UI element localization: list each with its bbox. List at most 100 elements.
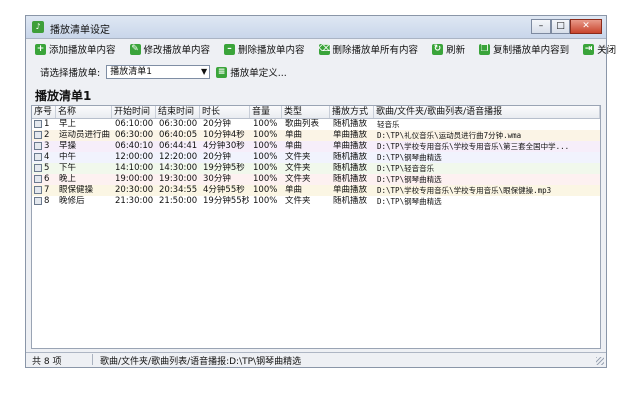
table-cell: D:\TP\钢琴曲精选 — [377, 153, 442, 162]
table-cell: 100% — [253, 196, 278, 206]
resize-grip[interactable] — [596, 357, 604, 365]
column-header[interactable]: 名称 — [56, 106, 112, 118]
table-row[interactable]: 7 眼保健操 20:30:00 20:34:55 4分钟55秒 100% 单曲 单曲播放 D:\… — [32, 185, 600, 196]
table-row[interactable]: 3 早操 06:40:10 06:44:41 4分钟30秒 100% 单曲 单曲播放 D:\TP… — [32, 141, 600, 152]
table-cell: 中午 — [59, 152, 77, 162]
list-icon: ≡ — [216, 66, 228, 78]
toolbar-button-edit[interactable]: ✎ 修改播放单内容 — [127, 41, 214, 57]
column-header[interactable]: 音量 — [250, 106, 282, 118]
column-header[interactable]: 播放方式 — [330, 106, 374, 118]
table-cell: D:\TP\钢琴曲精选 — [377, 175, 442, 184]
table-cell: 4分钟55秒 — [203, 185, 245, 195]
table-cell: D:\TP\学校专用音乐\学校专用音乐\第三套全国中学... — [377, 142, 570, 151]
row-checkbox[interactable] — [34, 153, 42, 161]
table-cell: D:\TP\钢琴曲精选 — [377, 197, 442, 206]
table-cell: 文件夹 — [285, 196, 311, 206]
item-count: 共 8 项 — [32, 357, 62, 367]
status-divider — [92, 354, 93, 365]
table-cell: 12:20:00 — [159, 152, 198, 162]
column-header[interactable]: 歌曲/文件夹/歌曲列表/语音播报 — [374, 106, 600, 118]
table-cell: 下午 — [59, 163, 77, 173]
toolbar-button-exit[interactable]: ⇥ 关闭 — [580, 41, 619, 57]
table-cell: 轻音乐 — [377, 120, 400, 129]
table-cell: 14:10:00 — [115, 163, 154, 173]
row-checkbox[interactable] — [34, 142, 42, 150]
table-cell: 30分钟 — [203, 174, 231, 184]
table-cell: 14:30:00 — [159, 163, 198, 173]
table-row[interactable]: 4 中午 12:00:00 12:20:00 20分钟 100% 文件夹 随机播放 D:\TP\… — [32, 152, 600, 163]
column-header[interactable]: 序号 — [32, 106, 56, 118]
table-cell: 文件夹 — [285, 174, 311, 184]
toolbar-button-refresh[interactable]: ↻ 刷新 — [429, 41, 468, 57]
table-cell: 1 — [44, 119, 50, 129]
minimize-button[interactable]: – — [531, 19, 551, 34]
column-header[interactable]: 时长 — [200, 106, 250, 118]
table-cell: 06:40:10 — [115, 141, 154, 151]
row-checkbox[interactable] — [34, 120, 42, 128]
table-cell: 19:30:00 — [159, 174, 198, 184]
table-row[interactable]: 8 晚修后 21:30:00 21:50:00 19分钟55秒 100% 文件夹 随机播放 D:… — [32, 196, 600, 207]
table-row[interactable]: 2 运动员进行曲 06:30:00 06:40:05 10分钟4秒 100% 单曲 单曲播放 D… — [32, 130, 600, 141]
table-cell: D:\TP\学校专用音乐\学校专用音乐\眼保健操.mp3 — [377, 186, 552, 195]
table-cell: 文件夹 — [285, 163, 311, 173]
toolbar-button-copy[interactable]: ❐ 复制播放单内容到 — [476, 41, 572, 57]
row-checkbox[interactable] — [34, 164, 42, 172]
table-cell: 4分钟30秒 — [203, 141, 245, 151]
playlist-heading: 播放清单1 — [35, 89, 92, 103]
table-cell: 随机播放 — [333, 196, 368, 206]
table-cell: 7 — [44, 185, 50, 195]
table-cell: 06:40:05 — [159, 130, 198, 140]
table-cell: 100% — [253, 174, 278, 184]
table-cell: 单曲播放 — [333, 141, 368, 151]
toolbar-button-label: 修改播放单内容 — [143, 45, 211, 56]
table-cell: 100% — [253, 152, 278, 162]
exit-icon: ⇥ — [583, 43, 595, 55]
table-cell: 19分钟55秒 — [203, 196, 249, 206]
row-checkbox[interactable] — [34, 175, 42, 183]
selected-item-detail: 歌曲/文件夹/歌曲列表/语音播报:D:\TP\钢琴曲精选 — [100, 357, 302, 367]
table-row[interactable]: 1 早上 06:10:00 06:30:00 20分钟 100% 歌曲列表 随机播放 轻音乐 — [32, 119, 600, 130]
row-checkbox[interactable] — [34, 186, 42, 194]
toolbar-button-minus[interactable]: – 删除播放单内容 — [221, 41, 308, 57]
window-title: 播放清单设定 — [50, 25, 110, 36]
toolbar-button-plus[interactable]: + 添加播放单内容 — [32, 41, 119, 57]
column-header[interactable]: 类型 — [282, 106, 330, 118]
table-cell: 早上 — [59, 119, 77, 129]
title-bar[interactable]: ♪ 播放清单设定 – □ ✕ — [26, 16, 606, 39]
chevron-down-icon[interactable]: ▼ — [201, 66, 207, 78]
toolbar-button-label: 刷新 — [446, 45, 466, 56]
table-row[interactable]: 5 下午 14:10:00 14:30:00 19分钟5秒 100% 文件夹 随机播放 D:\T… — [32, 163, 600, 174]
table-cell: D:\TP\轻音音乐 — [377, 164, 435, 173]
table-cell: 5 — [44, 163, 50, 173]
playlist-select[interactable]: 播放清单1 ▼ — [106, 65, 211, 79]
table-cell: 19:00:00 — [115, 174, 154, 184]
table-cell: 06:30:00 — [159, 119, 198, 129]
maximize-button[interactable]: □ — [551, 19, 570, 34]
row-checkbox[interactable] — [34, 131, 42, 139]
playlist-select-label: 请选择播放单: — [40, 68, 101, 79]
table-cell: 8 — [44, 196, 50, 206]
toolbar-button-trash[interactable]: ⌫ 删除播放单所有内容 — [316, 41, 422, 57]
table-cell: 12:00:00 — [115, 152, 154, 162]
minus-icon: – — [224, 43, 236, 55]
table-cell: 20:30:00 — [115, 185, 154, 195]
table-cell: 20分钟 — [203, 152, 231, 162]
table-cell: 眼保健操 — [59, 185, 94, 195]
playlist-select-value: 播放清单1 — [110, 67, 152, 77]
plus-icon: + — [35, 43, 46, 55]
table-row[interactable]: 6 晚上 19:00:00 19:30:00 30分钟 100% 文件夹 随机播放 D:\TP\… — [32, 174, 600, 185]
playlist-table[interactable]: 序号 名称 开始时间 结束时间 时长 音量 类型 播放方式 歌曲/文件夹/歌曲列表/语音播报 1… — [31, 105, 601, 349]
column-header[interactable]: 结束时间 — [156, 106, 200, 118]
toolbar-button-label: 删除播放单内容 — [238, 45, 305, 56]
playlist-define-button[interactable]: ≡ 播放单定义... — [216, 65, 287, 79]
close-button[interactable]: ✕ — [570, 19, 602, 34]
column-header[interactable]: 开始时间 — [112, 106, 156, 118]
table-cell: 单曲 — [285, 130, 303, 140]
table-cell: 随机播放 — [333, 152, 368, 162]
app-icon: ♪ — [32, 21, 44, 33]
row-checkbox[interactable] — [34, 197, 42, 205]
table-cell: 单曲 — [285, 141, 303, 151]
copy-icon: ❐ — [479, 43, 491, 55]
table-cell: 随机播放 — [333, 174, 368, 184]
table-cell: 19分钟5秒 — [203, 163, 245, 173]
